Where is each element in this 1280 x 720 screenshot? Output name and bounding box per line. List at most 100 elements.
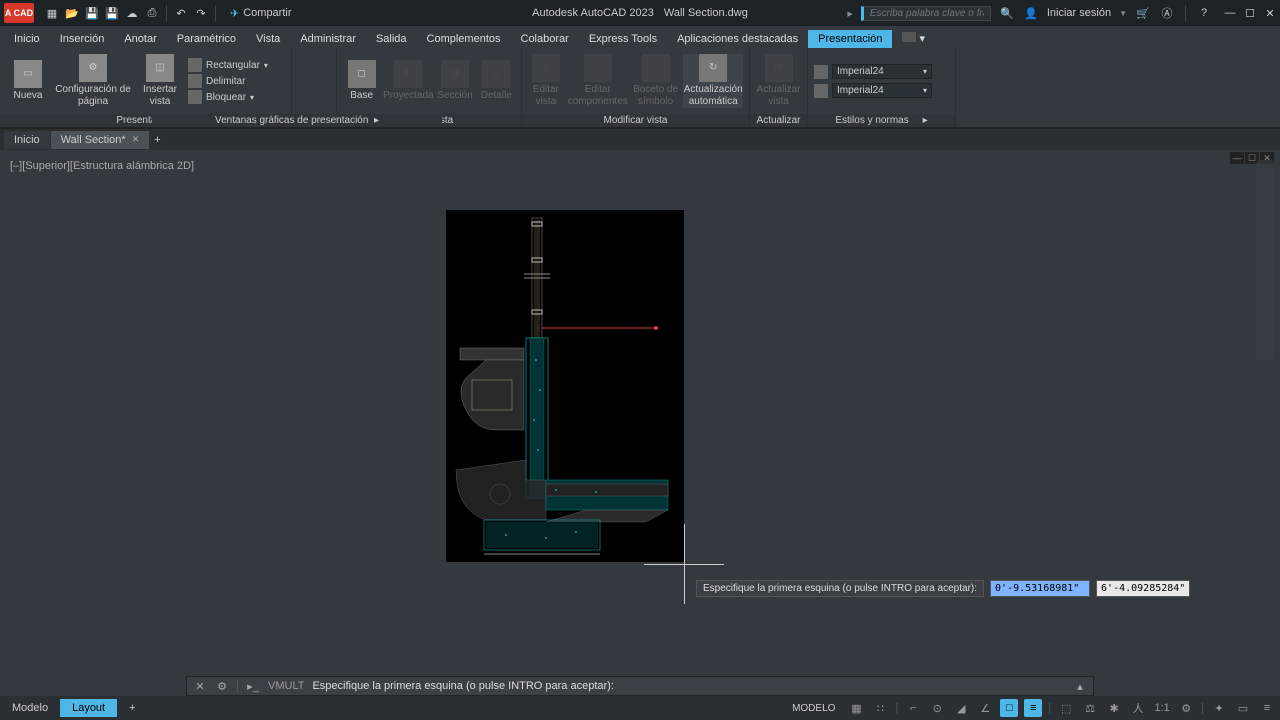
dyn-y-input[interactable]: 6'-4.09285284" (1096, 580, 1190, 597)
anno-vis-icon[interactable]: ✱ (1105, 699, 1123, 717)
search-arrow-icon[interactable]: ▸ (847, 7, 853, 20)
edit-view-label: Editar vista (528, 84, 564, 108)
help-icon[interactable]: ? (1196, 5, 1212, 21)
menu-extra-button[interactable]: ▾ (892, 29, 935, 48)
chevron-down-icon: ▾ (923, 86, 927, 95)
new-layout-button[interactable]: ▭ Nueva (6, 60, 50, 102)
menu-tab-presentación[interactable]: Presentación (808, 30, 892, 48)
menu-tab-express-tools[interactable]: Express Tools (579, 30, 667, 48)
detail-button: ◎Detalle (478, 60, 515, 102)
base-button[interactable]: ◻Base (343, 60, 380, 102)
osnap-track-icon[interactable]: ∠ (976, 699, 994, 717)
page-setup-icon: ⚙ (79, 54, 107, 82)
menu-tab-anotar[interactable]: Anotar (114, 30, 166, 48)
style1-select[interactable]: Imperial24▾ (832, 64, 932, 79)
sel-cycle-icon[interactable]: ⬚ (1057, 699, 1075, 717)
crosshair-v (684, 524, 685, 604)
cmd-prompt-icon: ▸_ (246, 679, 260, 693)
qat-web-icon[interactable]: ☁ (124, 5, 140, 21)
scale-label[interactable]: 1:1 (1153, 699, 1171, 717)
app-store-icon[interactable]: Ⓐ (1159, 5, 1175, 21)
close-tab-icon[interactable]: ✕ (132, 134, 140, 145)
dyn-prompt: Especifique la primera esquina (o pulse … (696, 580, 984, 597)
file-tab-inicio[interactable]: Inicio (4, 131, 50, 149)
menu-tab-administrar[interactable]: Administrar (290, 30, 366, 48)
menu-tab-salida[interactable]: Salida (366, 30, 417, 48)
custom-icon[interactable]: ≡ (1258, 699, 1276, 717)
cmd-close-icon[interactable]: ✕ (193, 679, 207, 693)
qat-save-icon[interactable]: 💾 (84, 5, 100, 21)
panel-title-vp: Ventanas gráficas de presentación ▸ (152, 114, 442, 127)
maximize-button[interactable]: ☐ (1240, 3, 1260, 23)
insert-view-button[interactable]: ◫ Insertar vista (136, 54, 184, 108)
clean-icon[interactable]: ▭ (1234, 699, 1252, 717)
menu-tab-vista[interactable]: Vista (246, 30, 290, 48)
iso-icon[interactable]: ◢ (952, 699, 970, 717)
osnap-icon[interactable]: □ (1000, 699, 1018, 717)
cart-icon[interactable]: 🛒 (1135, 5, 1151, 21)
grid-icon[interactable]: ▦ (847, 699, 865, 717)
drawing-canvas[interactable] (446, 210, 684, 562)
nav-bar[interactable] (1256, 160, 1274, 360)
model-tab[interactable]: Modelo (0, 699, 60, 717)
polar-icon[interactable]: ⊙ (928, 699, 946, 717)
vp-minimize-icon[interactable]: — (1230, 152, 1244, 164)
account-icon[interactable]: 👤 (1023, 5, 1039, 21)
menu-tab-complementos[interactable]: Complementos (417, 30, 511, 48)
file-tab-wall[interactable]: Wall Section*✕ (51, 131, 150, 149)
new-tab-button[interactable]: + (150, 131, 170, 149)
search-input[interactable] (861, 6, 991, 21)
menu-tab-inserción[interactable]: Inserción (50, 30, 115, 48)
update-view-icon: ⟳ (765, 54, 793, 82)
menu-tab-colaborar[interactable]: Colaborar (511, 30, 579, 48)
share-label: Compartir (243, 7, 291, 19)
qat-undo-icon[interactable]: ↶ (173, 5, 189, 21)
close-button[interactable]: ✕ (1260, 3, 1280, 23)
cmd-config-icon[interactable]: ⚙ (215, 679, 229, 693)
qat-open-icon[interactable]: 📂 (64, 5, 80, 21)
clip-button[interactable]: Delimitar (188, 74, 268, 88)
clip-label: Delimitar (206, 76, 245, 87)
anno-scale-icon[interactable]: ⚖ (1081, 699, 1099, 717)
cmd-expand-icon[interactable]: ▴ (1073, 679, 1087, 693)
menu-tab-inicio[interactable]: Inicio (4, 30, 50, 48)
app-logo[interactable]: A CAD (4, 3, 34, 23)
gear-icon[interactable]: ⚙ (1177, 699, 1195, 717)
qat-saveas-icon[interactable]: 💾 (104, 5, 120, 21)
new-layout-icon: ▭ (14, 60, 42, 88)
ortho-icon[interactable]: ⌐ (904, 699, 922, 717)
qat-redo-icon[interactable]: ↷ (193, 5, 209, 21)
base-label: Base (350, 90, 373, 102)
snap-icon[interactable]: ∷ (871, 699, 889, 717)
search-icon[interactable]: 🔍 (999, 5, 1015, 21)
dyn-x-input[interactable]: 0'-9.53168981" (990, 580, 1090, 597)
lock-icon (188, 90, 202, 104)
model-space-label[interactable]: MODELO (792, 703, 835, 714)
clip-icon (188, 74, 202, 88)
rectangular-button[interactable]: Rectangular▾ (188, 58, 268, 72)
sketch-label: Boceto de símbolo (632, 84, 680, 108)
qat-new-icon[interactable]: ▦ (44, 5, 60, 21)
anno-auto-icon[interactable]: 人 (1129, 699, 1147, 717)
add-layout-button[interactable]: + (117, 699, 147, 717)
minimize-button[interactable]: — (1220, 3, 1240, 23)
share-button[interactable]: ✈ Compartir (230, 7, 292, 20)
viewport-label[interactable]: [–][Superior][Estructura alámbrica 2D] (10, 160, 194, 172)
login-dropdown-icon[interactable]: ▼ (1119, 9, 1127, 18)
command-line[interactable]: ✕ ⚙ ▸_ VMULT Especifique la primera esqu… (186, 676, 1094, 696)
page-setup-button[interactable]: ⚙ Configuración de página (54, 54, 132, 108)
auto-update-button[interactable]: ↻Actualización automática (683, 54, 743, 108)
drawing-area[interactable]: — ☐ ✕ [–][Superior][Estructura alámbrica… (4, 150, 1276, 670)
qat-plot-icon[interactable]: ⎙ (144, 5, 160, 21)
panel-title-mod: Modificar vista (522, 114, 749, 127)
style2-select[interactable]: Imperial24▾ (832, 83, 932, 98)
rect-icon (188, 58, 202, 72)
sketch-button: ○Boceto de símbolo (632, 54, 680, 108)
menu-tab-paramétrico[interactable]: Paramétrico (167, 30, 246, 48)
layout-tab[interactable]: Layout (60, 699, 117, 717)
lwt-icon[interactable]: ≡ (1024, 699, 1042, 717)
workspace-icon[interactable]: ✦ (1210, 699, 1228, 717)
menu-tab-aplicaciones-destacadas[interactable]: Aplicaciones destacadas (667, 30, 808, 48)
lock-button[interactable]: Bloquear▾ (188, 90, 268, 104)
login-label[interactable]: Iniciar sesión (1047, 7, 1111, 19)
